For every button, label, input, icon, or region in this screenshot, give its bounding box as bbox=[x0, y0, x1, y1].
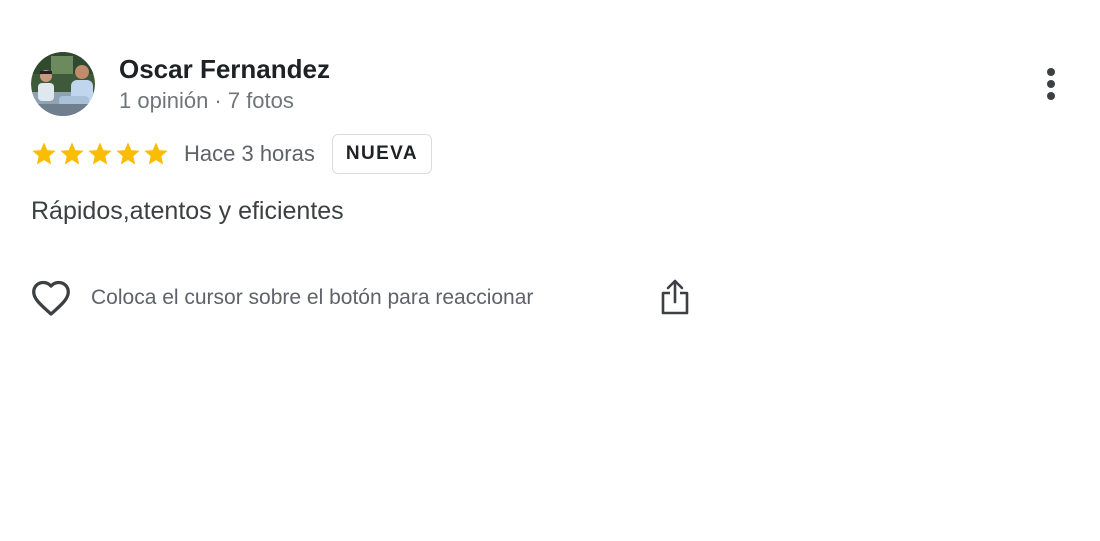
star-icon bbox=[88, 142, 112, 165]
review-card: Oscar Fernandez 1 opinión · 7 fotos Hace… bbox=[0, 0, 1100, 541]
star-rating bbox=[30, 140, 170, 168]
rating-row: Hace 3 horas NUEVA bbox=[30, 132, 432, 176]
review-time: Hace 3 horas bbox=[184, 141, 315, 166]
star-icon bbox=[116, 142, 140, 165]
heart-outline-icon bbox=[32, 280, 70, 316]
reaction-row: Coloca el cursor sobre el botón para rea… bbox=[30, 276, 533, 320]
share-button[interactable] bbox=[654, 275, 696, 319]
review-text: Rápidos,atentos y eficientes bbox=[31, 197, 344, 225]
star-icon bbox=[32, 142, 56, 165]
star-icon bbox=[144, 142, 168, 165]
reaction-hint: Coloca el cursor sobre el botón para rea… bbox=[91, 286, 534, 309]
more-vertical-icon bbox=[1047, 68, 1055, 100]
author-name[interactable]: Oscar Fernandez bbox=[119, 54, 330, 85]
share-icon bbox=[661, 279, 689, 315]
author-meta: 1 opinión · 7 fotos bbox=[119, 88, 294, 113]
new-badge: NUEVA bbox=[331, 134, 432, 174]
star-icon bbox=[60, 142, 84, 165]
more-options-button[interactable] bbox=[1030, 62, 1072, 106]
like-button[interactable] bbox=[30, 277, 72, 319]
author-avatar[interactable] bbox=[31, 52, 95, 116]
avatar-photo bbox=[31, 52, 95, 116]
